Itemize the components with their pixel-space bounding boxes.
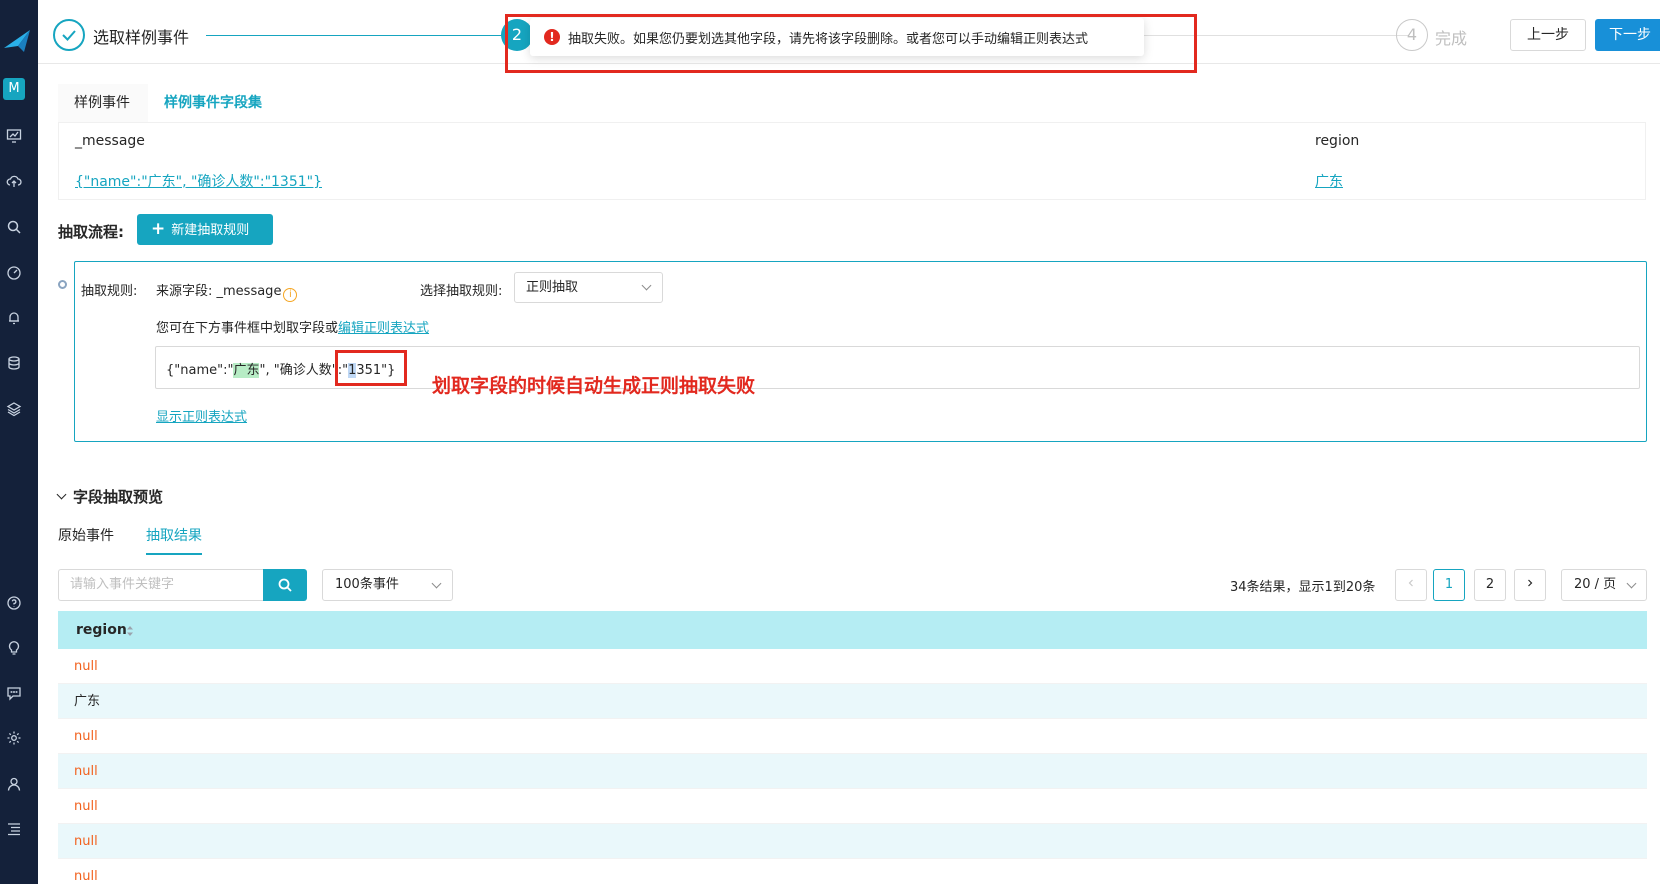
rule-label: 抽取规则:: [81, 284, 138, 299]
event-count-value: 100条事件: [335, 577, 399, 592]
page-1-button[interactable]: 1: [1433, 569, 1465, 601]
edit-regex-link[interactable]: 编辑正则表达式: [338, 321, 429, 336]
search-button[interactable]: [263, 569, 307, 601]
result-table: region null 广东 null null null null null: [58, 611, 1647, 884]
chevron-left-icon: [1408, 579, 1413, 587]
dashboard-icon[interactable]: [6, 128, 22, 144]
column-header: region: [1315, 133, 1360, 149]
sort-icon[interactable]: [126, 624, 134, 638]
chevron-down-icon: [431, 578, 442, 589]
source-field-text: 来源字段: _message: [156, 284, 282, 299]
sample-region-value[interactable]: 广东: [1315, 171, 1343, 191]
table-row[interactable]: null: [58, 754, 1647, 789]
prev-step-button[interactable]: 上一步: [1510, 19, 1586, 51]
storage-icon[interactable]: [6, 355, 22, 371]
rule-card: 抽取规则: 来源字段: _message i 选择抽取规则: 正则抽取 您可在下方…: [74, 261, 1647, 442]
choose-rule-label: 选择抽取规则:: [420, 284, 503, 299]
chevron-down-icon: [1626, 578, 1637, 589]
sample-field-panel: _message region {"name":"广东", "确诊人数":"13…: [58, 122, 1646, 200]
sample-message-value[interactable]: {"name":"广东", "确诊人数":"1351"}: [75, 171, 322, 191]
show-regex-link[interactable]: 显示正则表达式: [156, 406, 247, 425]
tab-extract-result[interactable]: 抽取结果: [146, 525, 202, 555]
annotation-highlight-box: [335, 350, 407, 386]
next-step-button[interactable]: 下一步: [1595, 19, 1660, 51]
event-search-input[interactable]: 请输入事件关键字: [58, 569, 263, 601]
search-icon[interactable]: [6, 219, 22, 235]
rule-hint: 您可在下方事件框中划取字段或编辑正则表达式: [156, 317, 429, 336]
help-icon[interactable]: [6, 595, 22, 611]
search-icon: [278, 578, 292, 592]
bell-icon[interactable]: [6, 310, 22, 326]
table-header[interactable]: region: [58, 611, 1647, 649]
annotation-note: 划取字段的时候自动生成正则抽取失败: [432, 375, 756, 397]
step-connector: [206, 35, 506, 36]
step4-label: 完成: [1435, 29, 1468, 48]
user-icon[interactable]: [6, 776, 22, 792]
page-size-value: 20 / 页: [1574, 577, 1617, 592]
gear-icon[interactable]: [6, 730, 22, 746]
tab-sample-field-set[interactable]: 样例事件字段集: [148, 84, 278, 122]
chevron-right-icon: [1528, 579, 1533, 587]
new-rule-label: 新建抽取规则: [171, 223, 250, 238]
column-header-region: region: [76, 622, 127, 638]
page-size-select[interactable]: 20 / 页: [1561, 569, 1647, 601]
upload-cloud-icon[interactable]: [6, 173, 22, 189]
rule-hint-text: 您可在下方事件框中划取字段或: [156, 321, 339, 336]
table-row[interactable]: 广东: [58, 684, 1647, 719]
step-done-check-icon: [53, 19, 85, 51]
next-page-button[interactable]: [1514, 569, 1546, 601]
chat-icon[interactable]: [6, 685, 22, 701]
preview-title-text: 字段抽取预览: [73, 488, 164, 506]
page-2-button[interactable]: 2: [1474, 569, 1506, 601]
bulb-icon[interactable]: [6, 640, 22, 656]
info-icon[interactable]: i: [283, 288, 298, 302]
table-body: null 广东 null null null null null: [58, 649, 1647, 884]
plus-icon: +: [151, 219, 166, 239]
table-row[interactable]: null: [58, 859, 1647, 884]
step1-label: 选取样例事件: [93, 28, 190, 47]
rule-type-select[interactable]: 正则抽取: [514, 272, 663, 303]
prev-page-button[interactable]: [1395, 569, 1427, 601]
event-count-select[interactable]: 100条事件: [322, 569, 453, 601]
column-header: _message: [75, 133, 145, 149]
left-sidebar: M: [0, 0, 38, 884]
gauge-icon[interactable]: [6, 265, 22, 281]
step4-number: 4: [1396, 19, 1428, 51]
event-text-part: {"name":": [166, 363, 234, 378]
rule-type-value: 正则抽取: [526, 280, 579, 295]
avatar[interactable]: M: [3, 78, 25, 100]
timeline-dot: [58, 280, 67, 289]
table-row[interactable]: null: [58, 824, 1647, 859]
table-row[interactable]: null: [58, 649, 1647, 684]
flow-title: 抽取流程:: [58, 223, 124, 241]
pagination-total: 34条结果，显示1到20条: [1230, 580, 1376, 595]
new-rule-button[interactable]: + 新建抽取规则: [137, 214, 273, 245]
layers-icon[interactable]: [6, 401, 22, 417]
list-icon[interactable]: [6, 821, 22, 837]
table-row[interactable]: null: [58, 719, 1647, 754]
source-field: 来源字段: _message i: [156, 280, 298, 302]
chevron-down-icon: [56, 489, 67, 500]
table-row[interactable]: null: [58, 789, 1647, 824]
highlighted-field-guangdong[interactable]: 广东: [233, 363, 260, 378]
preview-title[interactable]: 字段抽取预览: [56, 486, 164, 507]
chevron-down-icon: [641, 280, 652, 291]
annotation-highlight-box: [505, 14, 1197, 73]
tab-sample-event[interactable]: 样例事件: [58, 84, 148, 122]
tab-raw-event[interactable]: 原始事件: [58, 525, 114, 555]
logo-icon[interactable]: [2, 26, 32, 56]
